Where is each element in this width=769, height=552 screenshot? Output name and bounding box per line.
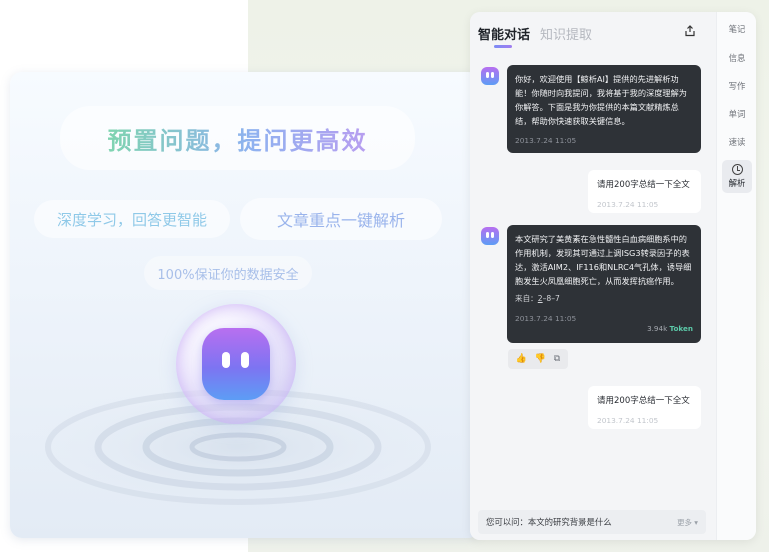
copy-icon[interactable]: ⧉ — [554, 354, 560, 364]
feature-pill-data-security: 100%保证你的数据安全 — [144, 256, 312, 290]
headline-pill: 预置问题，提问更高效 — [60, 106, 415, 170]
feature-pill-one-click-analysis: 文章重点一键解析 — [240, 198, 442, 240]
bot-eye-icon — [222, 352, 230, 368]
message-text: 请用200字总结一下全文 — [597, 180, 690, 190]
message-time: 2013.7.24 11:05 — [515, 136, 577, 145]
message-time: 2013.7.24 11:05 — [597, 416, 659, 425]
bot-mascot-icon — [202, 328, 270, 400]
token-value: 3.94k — [647, 324, 668, 333]
sidebar-item-analysis[interactable]: 解析 — [722, 160, 752, 193]
feature-pill-deep-learning: 深度学习，回答更智能 — [34, 200, 230, 238]
headline-text: 预置问题，提问更高效 — [108, 121, 368, 156]
message-source: 来自：2–8–7 — [515, 292, 693, 306]
message-text: 本文研究了美黄素在急性髓性白血病细胞系中的作用机制，发现其可通过上调ISG3转录… — [515, 234, 692, 286]
clock-icon — [731, 164, 743, 175]
assistant-avatar-icon — [481, 227, 499, 245]
thumbs-up-icon[interactable]: 👍 — [516, 354, 527, 364]
sidebar-item-info[interactable]: 信息 — [722, 52, 752, 64]
bot-eye-icon — [241, 352, 249, 368]
tool-sidebar: 笔记 信息 写作 单词 速读 解析 — [716, 12, 756, 540]
chat-tabs: 智能对话 知识提取 — [478, 24, 592, 43]
token-count: 3.94k Token — [647, 322, 693, 336]
source-rest: –8–7 — [542, 294, 560, 303]
assistant-avatar-icon — [481, 67, 499, 85]
more-label: 更多 — [677, 517, 692, 527]
sidebar-item-writing[interactable]: 写作 — [722, 80, 752, 92]
sidebar-item-notes[interactable]: 笔记 — [722, 23, 752, 35]
more-button[interactable]: 更多 ▾ — [677, 517, 698, 528]
suggestion-text[interactable]: 您可以问：本文的研究背景是什么 — [486, 516, 677, 528]
sidebar-item-label: 解析 — [728, 178, 746, 188]
message-text: 你好，欢迎使用【鲸析AI】提供的先进解析功能！你随时向我提问，我将基于我的深度理… — [515, 74, 687, 126]
user-message: 请用200字总结一下全文 2013.7.24 11:05 — [588, 386, 701, 429]
sidebar-item-words[interactable]: 单词 — [722, 108, 752, 120]
tab-knowledge-extraction[interactable]: 知识提取 — [540, 24, 592, 43]
feedback-bar: 👍 👎 ⧉ — [508, 349, 568, 369]
assistant-message: 本文研究了美黄素在急性髓性白血病细胞系中的作用机制，发现其可通过上调ISG3转录… — [507, 225, 701, 343]
assistant-message: 你好，欢迎使用【鲸析AI】提供的先进解析功能！你随时向我提问，我将基于我的深度理… — [507, 65, 701, 153]
user-message: 请用200字总结一下全文 2013.7.24 11:05 — [588, 170, 701, 213]
active-tab-indicator — [494, 45, 512, 48]
message-text: 请用200字总结一下全文 — [597, 396, 690, 406]
question-suggestion-input[interactable]: 您可以问：本文的研究背景是什么 更多 ▾ — [478, 510, 706, 534]
thumbs-down-icon[interactable]: 👎 — [535, 354, 546, 364]
chat-main: 智能对话 知识提取 你好，欢迎使用【鲸析AI】提供的先进解析功能！你随时向我提问… — [470, 12, 716, 540]
tab-smart-chat[interactable]: 智能对话 — [478, 24, 530, 43]
token-label: Token — [669, 324, 693, 333]
hero-panel: 预置问题，提问更高效 深度学习，回答更智能 文章重点一键解析 100%保证你的数… — [10, 72, 480, 538]
sidebar-item-speed-read[interactable]: 速读 — [722, 136, 752, 148]
message-time: 2013.7.24 11:05 — [597, 200, 659, 209]
chat-panel: 智能对话 知识提取 你好，欢迎使用【鲸析AI】提供的先进解析功能！你随时向我提问… — [470, 12, 756, 540]
source-label: 来自： — [515, 294, 538, 303]
export-icon[interactable] — [682, 25, 698, 41]
